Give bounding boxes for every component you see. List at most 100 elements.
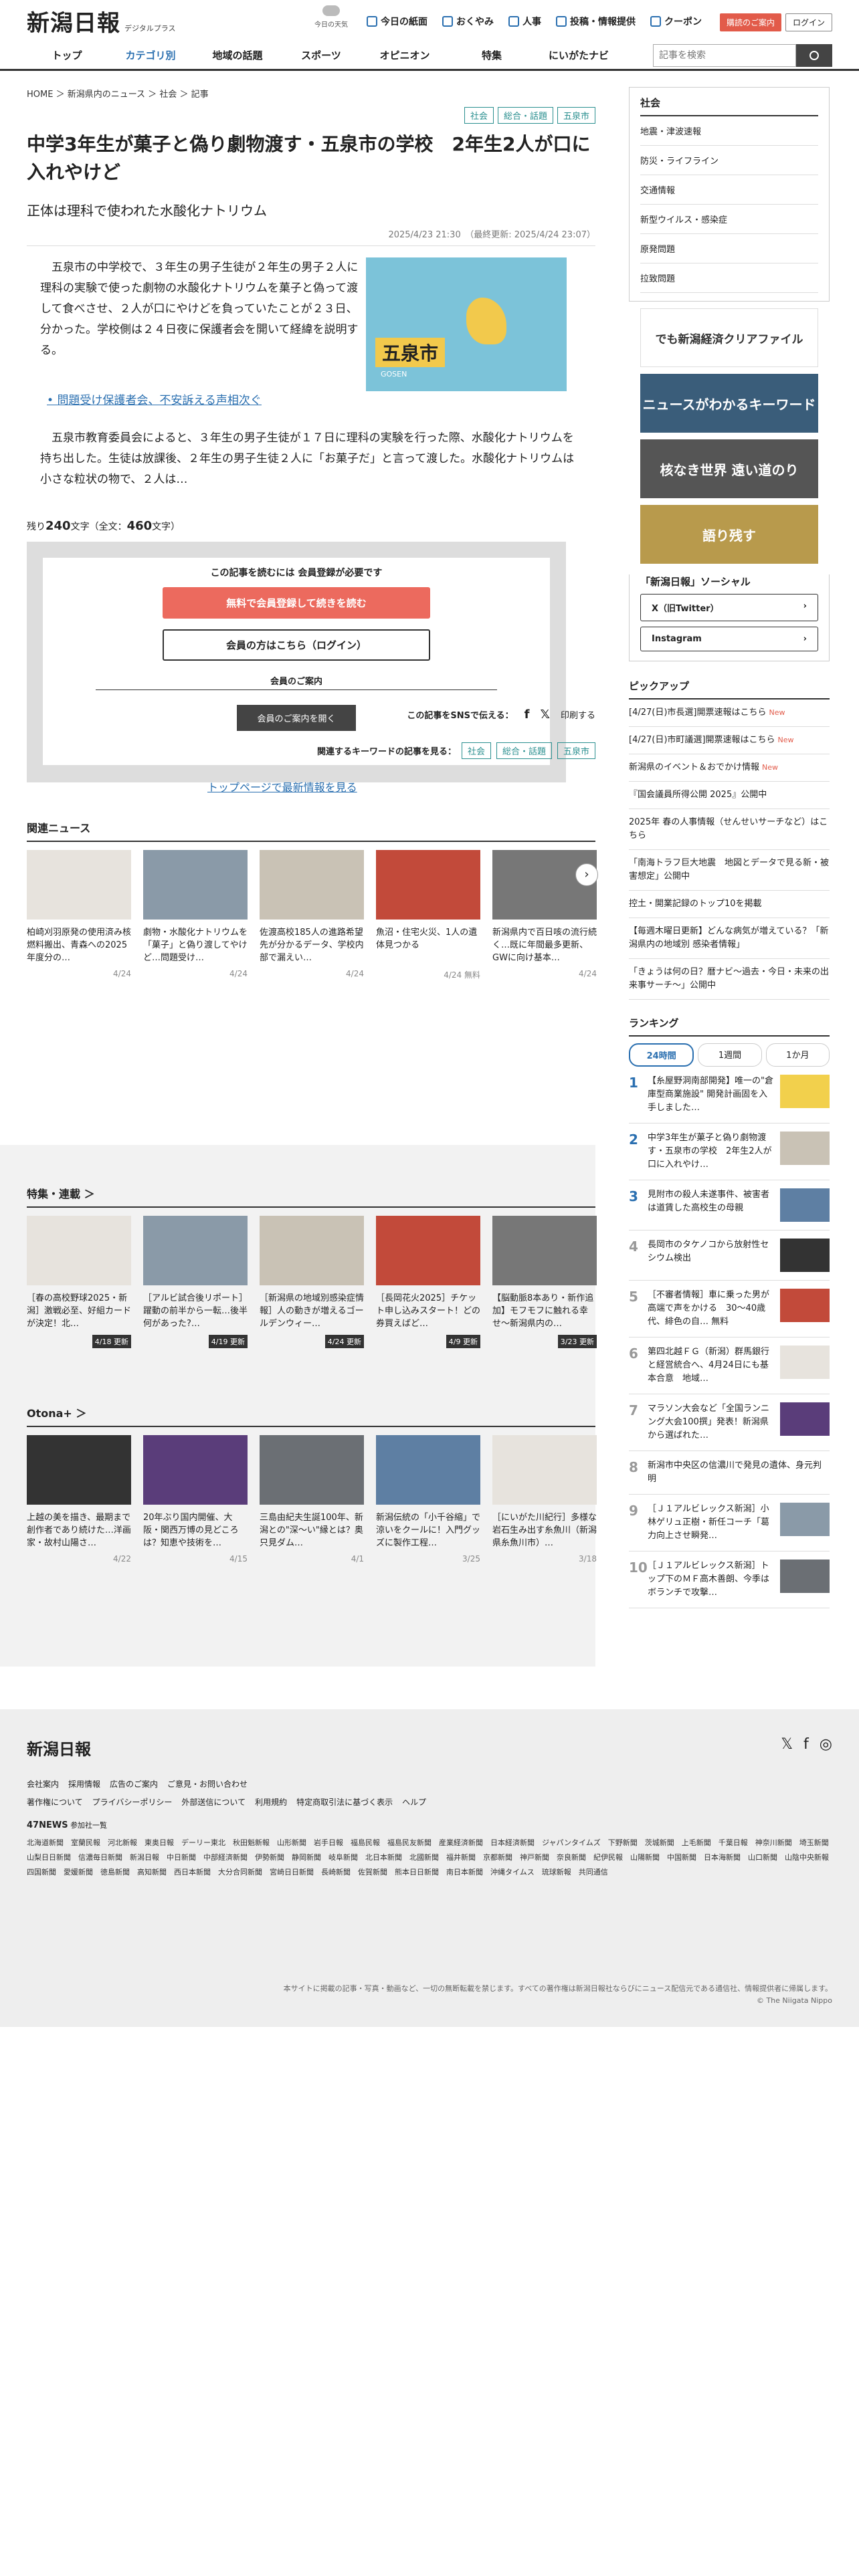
otona-title[interactable]: Otona+ ＞: [27, 1404, 595, 1427]
footer-link[interactable]: プライバシーポリシー: [92, 1796, 173, 1808]
pickup-item[interactable]: 「南海トラフ巨大地震 地図とデータで見る新・被害想定」公開中: [629, 850, 830, 891]
category-link[interactable]: 拉致問題: [640, 263, 818, 293]
member-papers[interactable]: 北海道新聞 室蘭民報 河北新報 東奥日報 デーリー東北 秋田魁新報 山形新聞 岩…: [27, 1836, 836, 1880]
ranking-item[interactable]: 1 【糸屋野洞南部開発】唯一の"倉庫型商業施設" 開発計画固を入手しました…: [629, 1067, 830, 1123]
news-card[interactable]: ［にいがた川紀行］多様な岩石生み出す糸魚川（新潟県糸魚川市）… 3/18: [492, 1435, 597, 1564]
top-page-link[interactable]: トップページで最新情報を見る: [207, 778, 357, 794]
ranking-item[interactable]: 4 長岡市のタケノコから放射性セシウム検出: [629, 1230, 830, 1281]
pickup-item[interactable]: [4/27(日)市長選]開票速報はこちら New: [629, 700, 830, 727]
ranking-item[interactable]: 3 見附市の殺人未遂事件、被害者は道賃した高校生の母親: [629, 1180, 830, 1230]
kw-tag-general[interactable]: 総合・話題: [496, 742, 552, 759]
pickup-item[interactable]: 『国会議員所得公開 2025』公開中: [629, 782, 830, 809]
related-link[interactable]: • 問題受け保護者会、不安訴える声相次ぐ: [47, 391, 262, 407]
x-icon[interactable]: 𝕏: [781, 1736, 793, 1753]
news-card[interactable]: 三島由紀夫生誕100年、新潟との"深〜い"縁とは？奥只見ダム… 4/1: [260, 1435, 364, 1564]
link-obituary[interactable]: おくやみ: [442, 15, 494, 28]
banner-nuclear[interactable]: 核なき世界 遠い道のり: [640, 439, 818, 498]
nav-region[interactable]: 地域の話題: [194, 48, 281, 62]
login-button[interactable]: ログイン: [785, 13, 832, 31]
search-input[interactable]: [653, 44, 796, 67]
news-card[interactable]: 【脳動脈8本あり・新作追加】モフモフに触れる幸せ〜新潟県内の… 3/23 更新: [492, 1216, 597, 1348]
ranking-item[interactable]: 8 新潟市中央区の信濃川で発見の遺体、身元判明: [629, 1451, 830, 1495]
banner-keyword[interactable]: ニュースがわかるキーワード: [640, 374, 818, 433]
open-guide-button[interactable]: 会員のご案内を開く: [237, 705, 356, 731]
footer-logo[interactable]: 新潟日報: [27, 1736, 832, 1759]
facebook-icon[interactable]: f: [524, 708, 530, 722]
feature-title[interactable]: 特集・連載 ＞: [27, 1185, 595, 1208]
pickup-item[interactable]: 控土・開業記録のトップ10を掲載: [629, 891, 830, 918]
footer-link[interactable]: 会社案内: [27, 1778, 59, 1790]
category-link[interactable]: 原発問題: [640, 234, 818, 263]
category-link[interactable]: 地震・津波速報: [640, 116, 818, 146]
footer-link[interactable]: 外部送信について: [181, 1796, 246, 1808]
nav-category[interactable]: カテゴリ別: [107, 48, 194, 62]
footer-link[interactable]: ご意見・お問い合わせ: [167, 1778, 248, 1790]
link-coupon[interactable]: クーポン: [650, 15, 702, 28]
facebook-icon[interactable]: f: [803, 1736, 809, 1753]
ranking-item[interactable]: 5 ［不審者情報］車に乗った男が高端で声をかける 30〜40歳代、緋色の自… 無料: [629, 1281, 830, 1337]
banner-clearfile[interactable]: でも新潟経済クリアファイル: [640, 308, 818, 367]
site-logo[interactable]: 新潟日報 デジタルプラス: [27, 5, 176, 37]
news-card[interactable]: ［長岡花火2025］チケット申し込みスタート！どの券買えばど… 4/9 更新: [376, 1216, 480, 1348]
signup-button[interactable]: 無料で会員登録して続きを読む: [163, 587, 430, 619]
pickup-item[interactable]: 2025年 春の人事情報（せんせいサーチなど）はこちら: [629, 809, 830, 850]
pickup-item[interactable]: 「きょうは何の日？暦ナビ〜過去・今日・未来の出来事サーチ〜」公開中: [629, 959, 830, 1000]
footer-link[interactable]: ヘルプ: [402, 1796, 426, 1808]
instagram-icon[interactable]: ◎: [820, 1736, 832, 1753]
footer-link[interactable]: 利用規約: [255, 1796, 287, 1808]
breadcrumb[interactable]: HOME ＞ 新潟県内のニュース ＞ 社会 ＞ 記事: [27, 87, 209, 100]
news-card[interactable]: 上越の美を描き、最期まで創作者であり続けた…洋画家・故村山陽さ… 4/22: [27, 1435, 131, 1564]
tab-1week[interactable]: 1週間: [698, 1043, 762, 1067]
member-login-button[interactable]: 会員の方はこちら（ログイン）: [163, 629, 430, 661]
footer-link[interactable]: 著作権について: [27, 1796, 83, 1808]
pickup-item[interactable]: [4/27(日)市町議選]開票速報はこちら New: [629, 727, 830, 754]
47news[interactable]: 47NEWS 参加社一覧: [27, 1820, 832, 1830]
link-submit[interactable]: 投稿・情報提供: [556, 15, 636, 28]
link-personnel[interactable]: 人事: [508, 15, 541, 28]
tab-1month[interactable]: 1か月: [765, 1043, 830, 1067]
print-link[interactable]: 印刷する: [561, 708, 595, 721]
ranking-item[interactable]: 2 中学3年生が菓子と偽り劇物渡す・五泉市の学校 2年生2人が口に入れやけ…: [629, 1123, 830, 1180]
news-card[interactable]: 劇物・水酸化ナトリウムを「菓子」と偽り渡してやけど…問題受け… 4/24: [143, 850, 248, 980]
tag-general[interactable]: 総合・話題: [497, 107, 553, 124]
news-card[interactable]: 20年ぶり国内開催、大阪・関西万博の見どころは？知恵や技術を… 4/15: [143, 1435, 248, 1564]
subscribe-button[interactable]: 購読のご案内: [719, 13, 781, 31]
tag-gosen[interactable]: 五泉市: [557, 107, 595, 124]
news-card[interactable]: 佐渡高校185人の進路希望先が分かるデータ、学校内部で漏えい… 4/24: [260, 850, 364, 980]
kw-tag-gosen[interactable]: 五泉市: [557, 742, 595, 759]
nav-sports[interactable]: スポーツ: [281, 48, 361, 62]
nav-top[interactable]: トップ: [27, 48, 107, 62]
category-link[interactable]: 新型ウイルス・感染症: [640, 205, 818, 234]
news-card[interactable]: ［春の高校野球2025・新潟］激戦必至、好組カードが決定！北… 4/18 更新: [27, 1216, 131, 1348]
tab-24h[interactable]: 24時間: [629, 1043, 694, 1067]
search-button[interactable]: [796, 44, 832, 67]
next-arrow-icon[interactable]: ›: [575, 863, 598, 886]
tag-society[interactable]: 社会: [464, 107, 494, 124]
news-card[interactable]: 魚沼・住宅火災、1人の遺体見つかる 4/24 無料: [376, 850, 480, 980]
ranking-item[interactable]: 7 マラソン大会など「全国ランニング大会100撰」発表！新潟県から選ばれた…: [629, 1394, 830, 1451]
nav-feature[interactable]: 特集: [448, 48, 535, 62]
instagram-button[interactable]: Instagram ›: [640, 627, 818, 651]
twitter-button[interactable]: X（旧Twitter） ›: [640, 594, 818, 621]
nav-opinion[interactable]: オピニオン: [361, 48, 448, 62]
link-todays-paper[interactable]: 今日の紙面: [367, 15, 427, 28]
ranking-item[interactable]: 6 第四北越ＦＧ（新潟）群馬銀行と経営統合へ、4月24日にも基本合意 地域…: [629, 1337, 830, 1394]
ranking-item[interactable]: 9 ［Ｊ１アルビレックス新潟］小林ゲリュ正樹・新任コーチ「葛力向上させ瞬発…: [629, 1495, 830, 1551]
pickup-item[interactable]: 新潟県のイベント＆おでかけ情報 New: [629, 754, 830, 782]
footer-link[interactable]: 採用情報: [68, 1778, 100, 1790]
banner-kataru[interactable]: 語り残す: [640, 505, 818, 564]
nav-navi[interactable]: にいがたナビ: [535, 48, 622, 62]
ranking-item[interactable]: 10 ［Ｊ１アルビレックス新潟］トップ下のＭＦ高木善朗、今季はボランチで攻撃…: [629, 1551, 830, 1608]
x-icon[interactable]: 𝕏: [540, 708, 550, 722]
footer-link[interactable]: 広告のご案内: [110, 1778, 158, 1790]
kw-tag-society[interactable]: 社会: [461, 742, 491, 759]
pickup-item[interactable]: 【毎週木曜日更新】どんな病気が増えている？「新潟県内の地域別 感染者情報」: [629, 918, 830, 959]
news-card[interactable]: ［新潟県の地域別感染症情報］人の動きが増えるゴールデンウィー… 4/24 更新: [260, 1216, 364, 1348]
news-card[interactable]: 柏崎刈羽原発の使用済み核燃料搬出、青森への2025年度分の… 4/24: [27, 850, 131, 980]
news-card[interactable]: 新潟伝統の「小千谷縮」で涼いをクールに！入門グッズに製作工程… 3/25: [376, 1435, 480, 1564]
category-link[interactable]: 防災・ライフライン: [640, 146, 818, 175]
category-link[interactable]: 交通情報: [640, 175, 818, 205]
footer-link[interactable]: 特定商取引法に基づく表示: [296, 1796, 393, 1808]
news-card[interactable]: ［アルビ試合後リポート］躍動の前半から一転…後半何があった?… 4/19 更新: [143, 1216, 248, 1348]
weather-widget[interactable]: 今日の天気: [314, 5, 348, 29]
